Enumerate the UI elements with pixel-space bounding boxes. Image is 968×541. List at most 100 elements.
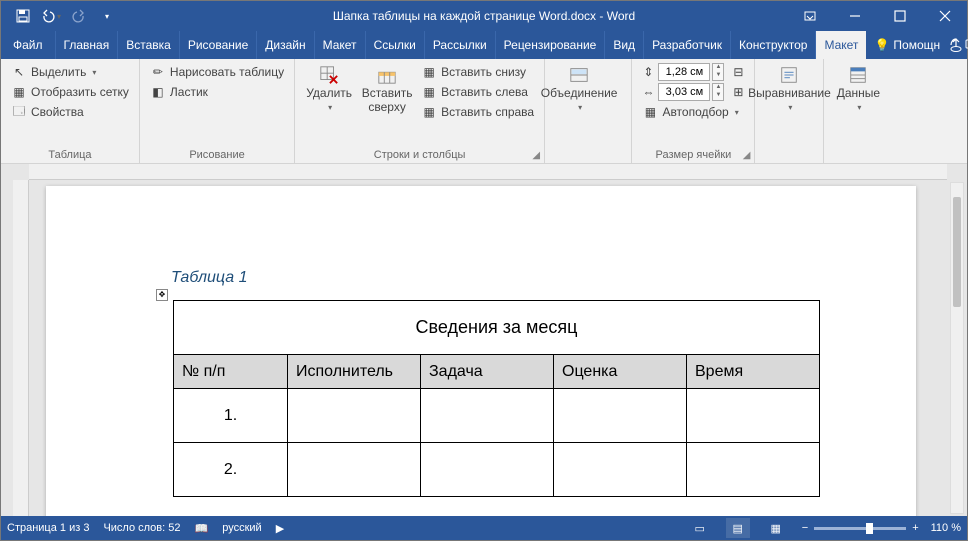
row-height-spinner[interactable]: ▲▼ bbox=[712, 63, 724, 81]
status-macro[interactable]: ▶ bbox=[276, 522, 284, 535]
merge-button[interactable]: Объединение bbox=[553, 63, 605, 114]
scrollbar-thumb[interactable] bbox=[953, 197, 961, 307]
minimize-button[interactable] bbox=[832, 1, 877, 31]
insert-below-icon: ▦ bbox=[421, 64, 437, 80]
dialog-launcher[interactable]: ◢ bbox=[532, 150, 540, 161]
table-header-cell[interactable]: Время bbox=[687, 355, 820, 389]
distribute-rows-icon[interactable]: ⊟ bbox=[730, 64, 746, 80]
select-button[interactable]: ↖Выделить bbox=[9, 63, 131, 81]
zoom-in-button[interactable]: + bbox=[912, 522, 918, 534]
status-page[interactable]: Страница 1 из 3 bbox=[7, 522, 89, 534]
table-row[interactable]: 2. bbox=[174, 443, 820, 497]
group-label: Таблица bbox=[9, 147, 131, 161]
table-cell[interactable] bbox=[687, 443, 820, 497]
table-cell[interactable] bbox=[421, 443, 554, 497]
table-caption[interactable]: Таблица 1 bbox=[171, 269, 247, 287]
zoom-slider[interactable] bbox=[814, 527, 906, 530]
tab-insert[interactable]: Вставка bbox=[118, 31, 180, 59]
view-gridlines-button[interactable]: ▦Отобразить сетку bbox=[9, 83, 131, 101]
tab-table-design[interactable]: Конструктор bbox=[731, 31, 816, 59]
tab-design[interactable]: Дизайн bbox=[257, 31, 314, 59]
document-table[interactable]: Сведения за месяц № п/п Исполнитель Зада… bbox=[173, 300, 820, 497]
tab-home[interactable]: Главная bbox=[56, 31, 119, 59]
table-header-cell[interactable]: Исполнитель bbox=[288, 355, 421, 389]
status-spellcheck[interactable]: 📖 bbox=[195, 522, 209, 535]
table-move-handle[interactable]: ✥ bbox=[156, 289, 168, 301]
view-print-layout[interactable]: ▤ bbox=[726, 518, 750, 538]
lightbulb-icon: 💡 bbox=[874, 38, 889, 52]
titlebar: ▾ Шапка таблицы на каждой странице Word.… bbox=[1, 1, 967, 31]
zoom-level[interactable]: 110 % bbox=[931, 522, 961, 534]
maximize-button[interactable] bbox=[877, 1, 922, 31]
eraser-button[interactable]: ◧Ластик bbox=[148, 83, 286, 101]
col-width-input[interactable] bbox=[658, 83, 710, 101]
undo-button[interactable] bbox=[37, 2, 65, 30]
tab-draw[interactable]: Рисование bbox=[180, 31, 257, 59]
scrollbar-vertical[interactable] bbox=[950, 182, 964, 514]
view-web-layout[interactable]: ▦ bbox=[764, 518, 788, 538]
save-button[interactable] bbox=[9, 2, 37, 30]
data-button[interactable]: Данные bbox=[832, 63, 884, 114]
table-header-cell[interactable]: Задача bbox=[421, 355, 554, 389]
table-header-cell[interactable]: № п/п bbox=[174, 355, 288, 389]
tab-view[interactable]: Вид bbox=[605, 31, 644, 59]
tell-me[interactable]: 💡Помощн bbox=[866, 31, 948, 59]
redo-button[interactable] bbox=[65, 2, 93, 30]
comments-button[interactable] bbox=[964, 31, 968, 59]
status-language[interactable]: русский bbox=[222, 522, 261, 534]
col-width-spinner[interactable]: ▲▼ bbox=[712, 83, 724, 101]
tab-file[interactable]: Файл bbox=[1, 31, 56, 59]
draw-table-button[interactable]: ✏Нарисовать таблицу bbox=[148, 63, 286, 81]
window-controls bbox=[787, 1, 967, 31]
tab-mailings[interactable]: Рассылки bbox=[425, 31, 496, 59]
alignment-button[interactable]: Выравнивание bbox=[763, 63, 815, 114]
status-word-count[interactable]: Число слов: 52 bbox=[103, 522, 180, 534]
qat-customize-button[interactable]: ▾ bbox=[93, 2, 121, 30]
dialog-launcher[interactable]: ◢ bbox=[743, 150, 751, 161]
group-draw: ✏Нарисовать таблицу ◧Ластик Рисование bbox=[140, 59, 295, 163]
table-cell[interactable] bbox=[554, 443, 687, 497]
ribbon-options-button[interactable] bbox=[787, 1, 832, 31]
zoom-out-button[interactable]: − bbox=[802, 522, 808, 534]
table-cell[interactable]: 2. bbox=[174, 443, 288, 497]
autofit-button[interactable]: ▦Автоподбор bbox=[640, 103, 746, 121]
insert-above-button[interactable]: Вставить сверху bbox=[361, 63, 413, 117]
tab-developer[interactable]: Разработчик bbox=[644, 31, 731, 59]
col-width-icon: ⇔ bbox=[640, 84, 656, 100]
tab-table-layout[interactable]: Макет bbox=[816, 31, 866, 59]
insert-right-icon: ▦ bbox=[421, 104, 437, 120]
eraser-icon: ◧ bbox=[150, 84, 166, 100]
row-height-input[interactable] bbox=[658, 63, 710, 81]
group-alignment: Выравнивание x bbox=[755, 59, 824, 163]
table-header-row[interactable]: № п/п Исполнитель Задача Оценка Время bbox=[174, 355, 820, 389]
ribbon: ↖Выделить ▦Отобразить сетку 🗔Свойства Та… bbox=[1, 59, 967, 164]
group-cell-size: ⇕ ▲▼ ⊟ ⇔ ▲▼ ⊞ ▦Автоподбор Размер ячейки◢ bbox=[632, 59, 755, 163]
table-cell[interactable] bbox=[288, 443, 421, 497]
table-title-cell[interactable]: Сведения за месяц bbox=[174, 301, 820, 355]
insert-below-button[interactable]: ▦Вставить снизу bbox=[419, 63, 536, 81]
data-icon bbox=[848, 65, 868, 85]
table-cell[interactable] bbox=[554, 389, 687, 443]
distribute-cols-icon[interactable]: ⊞ bbox=[730, 84, 746, 100]
tab-review[interactable]: Рецензирование bbox=[496, 31, 606, 59]
insert-right-button[interactable]: ▦Вставить справа bbox=[419, 103, 536, 121]
view-read-mode[interactable]: ▭ bbox=[688, 518, 712, 538]
delete-button[interactable]: Удалить bbox=[303, 63, 355, 114]
table-cell[interactable] bbox=[288, 389, 421, 443]
table-row[interactable]: 1. bbox=[174, 389, 820, 443]
page[interactable]: Таблица 1 ✥ Сведения за месяц № п/п Испо… bbox=[46, 186, 916, 516]
tab-references[interactable]: Ссылки bbox=[366, 31, 425, 59]
share-button[interactable] bbox=[948, 31, 964, 59]
table-header-cell[interactable]: Оценка bbox=[554, 355, 687, 389]
table-cell[interactable]: 1. bbox=[174, 389, 288, 443]
insert-left-button[interactable]: ▦Вставить слева bbox=[419, 83, 536, 101]
ruler-horizontal[interactable] bbox=[29, 164, 947, 180]
table-cell[interactable] bbox=[421, 389, 554, 443]
properties-button[interactable]: 🗔Свойства bbox=[9, 103, 131, 121]
close-button[interactable] bbox=[922, 1, 967, 31]
tab-layout[interactable]: Макет bbox=[315, 31, 366, 59]
table-cell[interactable] bbox=[687, 389, 820, 443]
merge-icon bbox=[569, 65, 589, 85]
zoom-slider-thumb[interactable] bbox=[866, 523, 873, 534]
ruler-vertical[interactable] bbox=[13, 180, 29, 516]
